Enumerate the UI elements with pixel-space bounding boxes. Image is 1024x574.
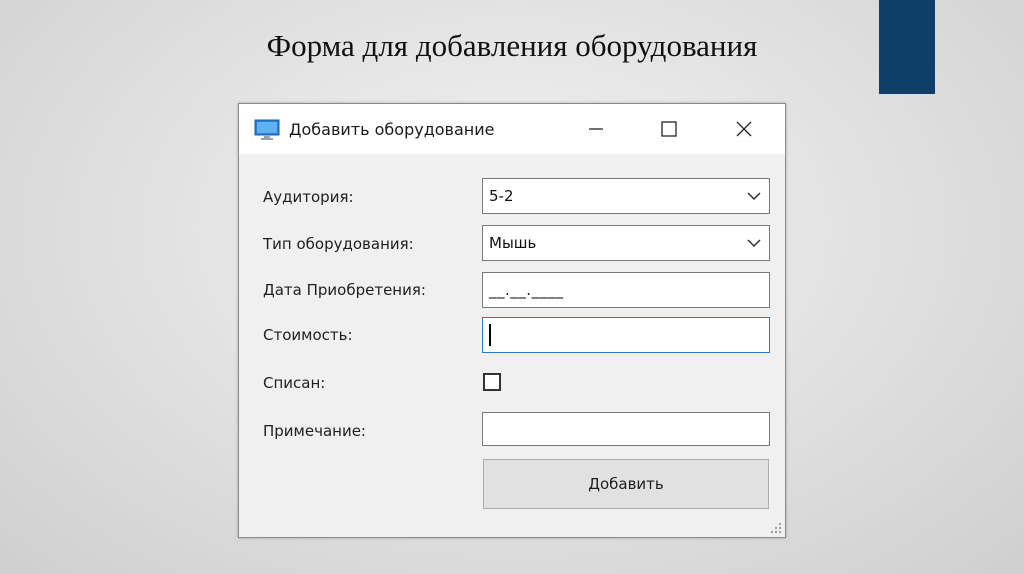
maximize-button[interactable]: [634, 104, 704, 154]
note-input[interactable]: [482, 412, 770, 446]
text-caret: [489, 324, 491, 346]
auditorium-label: Аудитория:: [263, 188, 354, 206]
equipment-type-label: Тип оборудования:: [263, 235, 414, 253]
accent-bar: [879, 0, 935, 94]
minimize-button[interactable]: [561, 104, 631, 154]
close-button[interactable]: [709, 104, 779, 154]
written-off-label: Списан:: [263, 374, 326, 392]
dialog-window: Добавить оборудование Аудитория: 5-2 Тип…: [238, 103, 786, 538]
written-off-checkbox[interactable]: [483, 373, 501, 391]
close-icon: [736, 121, 752, 137]
chevron-down-icon: [747, 239, 761, 248]
purchase-date-input[interactable]: __.__.____: [482, 272, 770, 308]
equipment-type-value: Мышь: [489, 234, 537, 252]
resize-grip-icon[interactable]: [768, 520, 782, 534]
maximize-icon: [661, 121, 677, 137]
auditorium-select[interactable]: 5-2: [482, 178, 770, 214]
slide-title: Форма для добавления оборудования: [266, 28, 758, 63]
equipment-type-select[interactable]: Мышь: [482, 225, 770, 261]
add-button[interactable]: Добавить: [483, 459, 769, 509]
purchase-date-label: Дата Приобретения:: [263, 281, 426, 299]
title-bar[interactable]: Добавить оборудование: [239, 104, 785, 154]
window-title: Добавить оборудование: [289, 120, 495, 139]
note-label: Примечание:: [263, 422, 366, 440]
chevron-down-icon: [747, 192, 761, 201]
auditorium-value: 5-2: [489, 187, 514, 205]
purchase-date-value: __.__.____: [489, 281, 564, 299]
monitor-icon: [254, 119, 280, 140]
minimize-icon: [589, 128, 603, 130]
cost-label: Стоимость:: [263, 326, 353, 344]
cost-input[interactable]: [482, 317, 770, 353]
